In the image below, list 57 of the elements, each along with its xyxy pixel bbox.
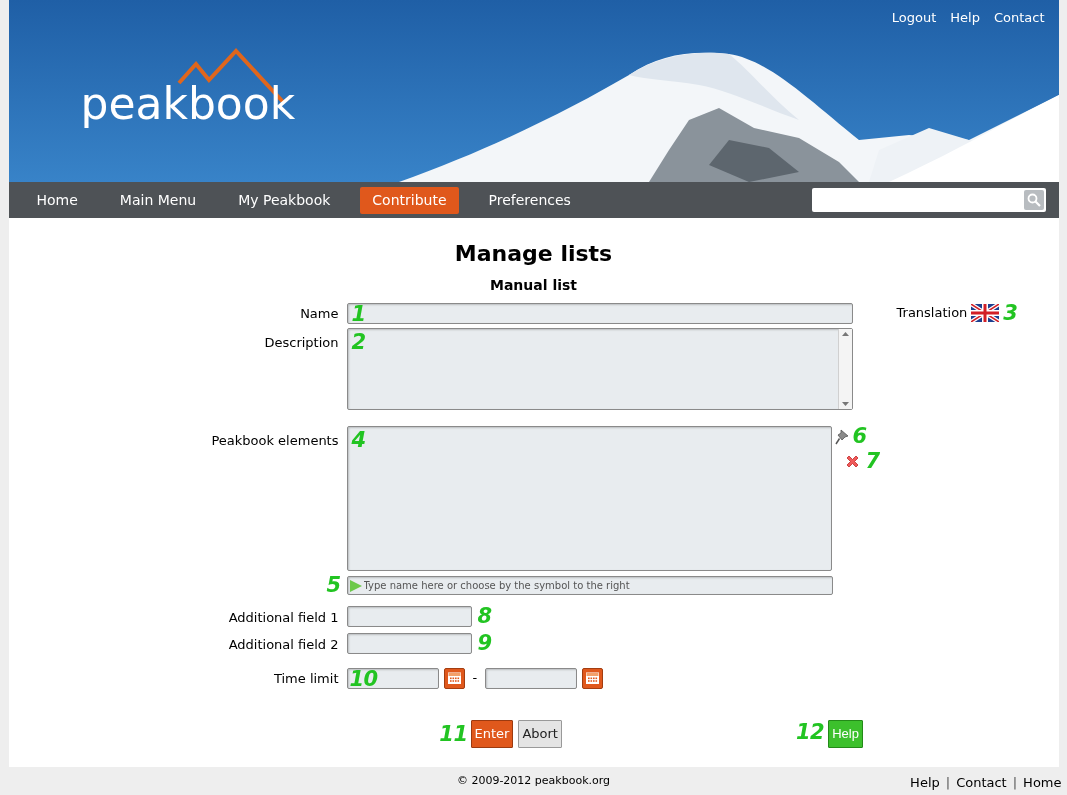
date-to-field[interactable] [485, 667, 578, 689]
field-label: Time limit [273, 671, 339, 686]
link-separator: | [1012, 774, 1018, 792]
field-label: Additional field 2 [228, 636, 339, 652]
nav-tab[interactable]: Home [24, 186, 90, 214]
annotation-number: 8 [477, 606, 492, 627]
additional-field[interactable] [346, 606, 472, 627]
search-button[interactable] [1023, 190, 1044, 210]
annotation-number: 4 [351, 430, 366, 451]
copyright-text: © 2009-2012 peakbook.org [456, 772, 611, 789]
annotation-number: 7 [865, 451, 880, 472]
footer-link[interactable]: Help [910, 773, 940, 793]
date-separator: - [472, 669, 478, 688]
annotation-number: 12 [795, 720, 825, 744]
header-link[interactable]: Contact [993, 8, 1045, 28]
search-field[interactable] [811, 188, 1046, 212]
nav-tab[interactable]: Preferences [476, 186, 583, 214]
field-label: Description [264, 335, 339, 350]
scrollbar[interactable] [837, 329, 852, 409]
search-icon [1026, 193, 1041, 207]
enter-button[interactable]: Enter [470, 720, 514, 748]
footer-link[interactable]: Home [1023, 773, 1062, 793]
annotation-number: 3 [1003, 302, 1018, 324]
field-label: Additional field 1 [228, 609, 339, 625]
section-title: Manual list [488, 276, 579, 294]
page-title: Manage lists [453, 240, 614, 268]
calendar-button[interactable] [443, 667, 465, 689]
abort-button[interactable]: Abort [518, 720, 562, 748]
field-label: Peakbook elements [211, 433, 339, 448]
calendar-icon [447, 672, 461, 684]
annotation-number: 2 [351, 332, 366, 353]
annotation-number: 5 [326, 575, 341, 596]
annotation-number: 6 [852, 426, 867, 447]
remove-icon[interactable] [844, 454, 860, 469]
calendar-icon [586, 672, 600, 684]
translation-label: Translation [896, 304, 968, 323]
annotation-number: 9 [477, 633, 492, 654]
field-label: Name [300, 306, 339, 321]
nav-tab[interactable]: My Peakbook [226, 186, 343, 214]
play-icon [349, 579, 362, 592]
header-link[interactable]: Help [950, 8, 980, 28]
nav-tab[interactable]: Contribute [360, 186, 459, 214]
annotation-number: 10 [349, 668, 378, 690]
scroll-up-icon [841, 332, 849, 336]
annotation-number: 11 [439, 723, 468, 745]
pin-icon[interactable] [834, 428, 849, 445]
nav-tab[interactable]: Main Menu [107, 186, 209, 214]
link-separator: | [945, 774, 951, 792]
additional-field[interactable] [346, 633, 472, 654]
annotation-number: 1 [351, 303, 366, 325]
scroll-down-icon [841, 402, 849, 406]
flag-icon[interactable] [971, 304, 1000, 322]
element-input-field[interactable]: Type name here or choose by the symbol to the right [346, 576, 833, 595]
header-link[interactable]: Logout [891, 8, 937, 28]
calendar-button[interactable] [582, 667, 604, 689]
footer-link[interactable]: Contact [956, 773, 1007, 793]
logo: peakbook [80, 82, 296, 126]
